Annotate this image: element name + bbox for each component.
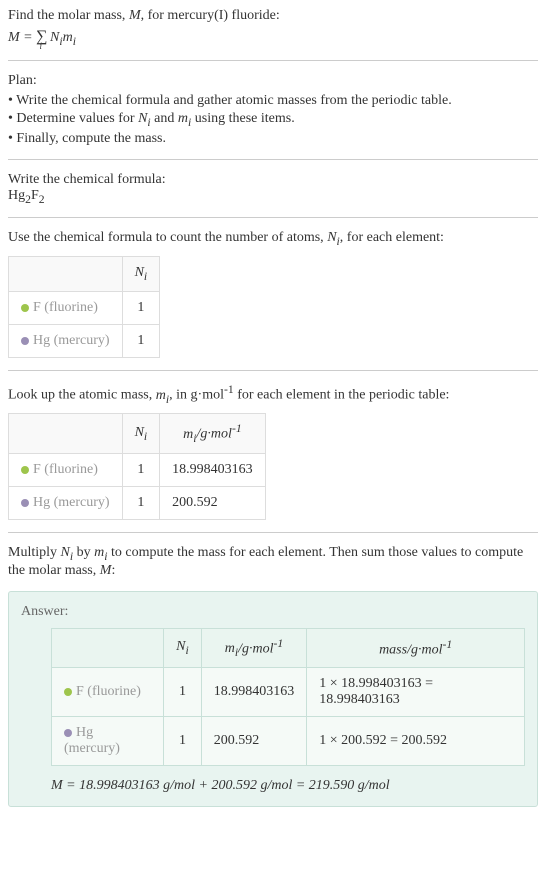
- mi-value: 18.998403163: [160, 453, 266, 486]
- table-row: F (fluorine) 1 18.998403163: [9, 453, 266, 486]
- divider: [8, 217, 538, 218]
- element-cell: F (fluorine): [9, 453, 123, 486]
- step3-title: Look up the atomic mass, mi, in g·mol-1 …: [8, 383, 538, 405]
- element-label: Hg (mercury): [33, 495, 110, 510]
- element-cell: F (fluorine): [52, 668, 164, 717]
- ni-header: Ni: [122, 257, 160, 292]
- chemical-formula: Hg2F2: [8, 188, 538, 206]
- empty-header: [9, 257, 123, 292]
- answer-box: Answer: Ni mi/g·mol-1 mass/g·mol-1 F (fl…: [8, 591, 538, 807]
- table-row: F (fluorine) 1 18.998403163 1 × 18.99840…: [52, 668, 525, 717]
- plan-title: Plan:: [8, 73, 538, 89]
- answer-table: Ni mi/g·mol-1 mass/g·mol-1 F (fluorine) …: [51, 628, 525, 766]
- plan-item: • Finally, compute the mass.: [8, 131, 538, 147]
- mass-value: 1 × 18.998403163 = 18.998403163: [307, 668, 525, 717]
- atom-count-table: Ni F (fluorine) 1 Hg (mercury) 1: [8, 256, 160, 358]
- divider: [8, 159, 538, 160]
- mi-header: mi/g·mol-1: [201, 628, 307, 667]
- mass-value: 1 × 200.592 = 200.592: [307, 717, 525, 766]
- table-header-row: Ni mi/g·mol-1: [9, 414, 266, 453]
- element-label: Hg (mercury): [64, 725, 120, 756]
- table-header-row: Ni: [9, 257, 160, 292]
- table-row: Hg (mercury) 1 200.592 1 × 200.592 = 200…: [52, 717, 525, 766]
- answer-label: Answer:: [21, 604, 525, 620]
- mass-header: mass/g·mol-1: [307, 628, 525, 667]
- element-label: Hg (mercury): [33, 333, 110, 348]
- element-dot-icon: [64, 729, 72, 737]
- element-label: F (fluorine): [33, 462, 98, 477]
- step3-section: Look up the atomic mass, mi, in g·mol-1 …: [8, 383, 538, 520]
- element-label: F (fluorine): [76, 684, 141, 699]
- table-row: Hg (mercury) 1: [9, 324, 160, 357]
- plan-section: Plan: • Write the chemical formula and g…: [8, 73, 538, 147]
- element-cell: Hg (mercury): [9, 324, 123, 357]
- intro-text: Find the molar mass, M, for mercury(I) f…: [8, 8, 538, 24]
- atomic-mass-table: Ni mi/g·mol-1 F (fluorine) 1 18.99840316…: [8, 413, 266, 519]
- element-dot-icon: [64, 688, 72, 696]
- empty-header: [9, 414, 123, 453]
- step2-section: Use the chemical formula to count the nu…: [8, 230, 538, 358]
- ni-header: Ni: [122, 414, 160, 453]
- step1-section: Write the chemical formula: Hg2F2: [8, 172, 538, 206]
- step1-title: Write the chemical formula:: [8, 172, 538, 188]
- empty-header: [52, 628, 164, 667]
- element-dot-icon: [21, 304, 29, 312]
- final-equation: M = 18.998403163 g/mol + 200.592 g/mol =…: [51, 778, 525, 794]
- divider: [8, 370, 538, 371]
- ni-header: Ni: [164, 628, 202, 667]
- element-dot-icon: [21, 337, 29, 345]
- ni-value: 1: [122, 291, 160, 324]
- table-header-row: Ni mi/g·mol-1 mass/g·mol-1: [52, 628, 525, 667]
- molar-mass-formula: M = ∑iNimi: [8, 28, 538, 48]
- element-label: F (fluorine): [33, 300, 98, 315]
- divider: [8, 532, 538, 533]
- ni-value: 1: [122, 486, 160, 519]
- element-cell: F (fluorine): [9, 291, 123, 324]
- plan-list: • Write the chemical formula and gather …: [8, 93, 538, 147]
- mi-value: 200.592: [160, 486, 266, 519]
- plan-item: • Determine values for Ni and mi using t…: [8, 111, 538, 129]
- step4-text: Multiply Ni by mi to compute the mass fo…: [8, 545, 538, 579]
- table-row: Hg (mercury) 1 200.592: [9, 486, 266, 519]
- mi-value: 18.998403163: [201, 668, 307, 717]
- element-cell: Hg (mercury): [9, 486, 123, 519]
- mi-value: 200.592: [201, 717, 307, 766]
- intro-section: Find the molar mass, M, for mercury(I) f…: [8, 8, 538, 48]
- mi-header: mi/g·mol-1: [160, 414, 266, 453]
- ni-value: 1: [164, 668, 202, 717]
- ni-value: 1: [122, 453, 160, 486]
- plan-item: • Write the chemical formula and gather …: [8, 93, 538, 109]
- element-cell: Hg (mercury): [52, 717, 164, 766]
- ni-value: 1: [122, 324, 160, 357]
- table-row: F (fluorine) 1: [9, 291, 160, 324]
- divider: [8, 60, 538, 61]
- element-dot-icon: [21, 466, 29, 474]
- element-dot-icon: [21, 499, 29, 507]
- ni-value: 1: [164, 717, 202, 766]
- step4-section: Multiply Ni by mi to compute the mass fo…: [8, 545, 538, 579]
- step2-title: Use the chemical formula to count the nu…: [8, 230, 538, 248]
